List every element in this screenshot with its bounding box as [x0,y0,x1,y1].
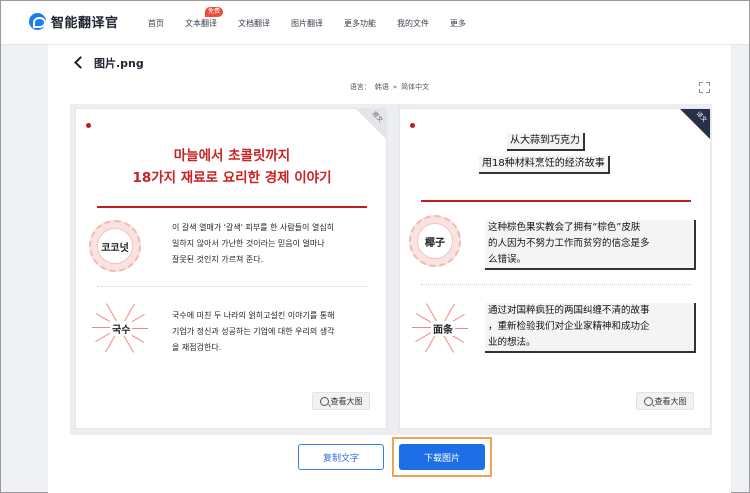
original-item1-label: 코코넛 [97,228,133,264]
chevron-left-icon[interactable] [73,56,85,68]
download-image-button[interactable]: 下载图片 [399,444,485,470]
translated-item2-text: 通过对国粹疯狂的两国纠缠不清的故事 ，重新检验我们对企业家精神和成功企 业的想法… [485,303,696,353]
zoom-in-icon [319,396,329,406]
nav-text-translate-label: 文本翻译 [185,18,217,28]
zoom-in-icon [643,396,653,406]
chat-bubble-icon [29,13,46,30]
download-highlight: 下载图片 [392,437,492,477]
original-item1-text: 이 갈색 열매가 '갈색' 피부를 한 사람들이 열심히 일하지 않아서 가난한… [172,220,334,268]
view-large-button-original[interactable]: 查看大图 [312,392,370,410]
nav-text-translate[interactable]: 文本翻译 免费 [185,6,224,29]
nav-image-translate[interactable]: 图片翻译 [291,18,323,29]
view-large-label: 查看大图 [330,396,363,406]
translated-title-line1: 从大蒜到巧克力 [507,133,585,151]
original-title-line1: 마늘에서 초콜릿까지 [173,148,291,164]
original-item1-line3: 잘못된 것인지 가르쳐 준다. [172,255,264,264]
double-arrow-icon: » [392,83,398,91]
main-nav: 首页 文本翻译 免费 文档翻译 图片翻译 更多功能 我的文件 更多 [148,1,487,45]
original-image-panel: 原文 마늘에서 초콜릿까지 18가지 재료로 요리한 경제 이야기 코코넛 이 … [75,108,387,429]
translated-item1-line2: 的人因为不努力工作而贫穷的信念是多 [488,238,650,249]
translated-image-panel: 译文 从大蒜到巧克力 用18种材料烹饪的经济故事 椰子 这种棕色果实教会了拥有“… [399,108,711,429]
translated-item2-line1: 通过对国粹疯狂的两国纠缠不清的故事 [488,305,650,316]
copy-text-button[interactable]: 复制文字 [298,444,384,470]
app-logo[interactable]: 智能翻译官 [29,12,119,31]
source-language: 韩语 [374,83,389,91]
original-item2-label: 국수 [110,321,133,336]
red-divider [97,206,367,208]
free-badge: 免费 [205,6,224,17]
translated-item2-label: 面条 [431,321,455,336]
original-item1-line2: 일하지 않아서 가난한 것이라는 믿음이 얼마나 [172,239,325,248]
translated-item1-label: 椰子 [417,223,453,259]
view-large-label: 查看大图 [654,396,687,406]
original-item2-line1: 국수에 미친 두 나라의 얽히고설킨 이야기를 통해 [172,311,335,320]
translated-item2-line3: 业的想法。 [488,337,536,348]
original-title: 마늘에서 초콜릿까지 18가지 재료로 요리한 경제 이야기 [76,145,386,189]
result-card: 图片.png 语言： 韩语» 简体中文 原文 마늘에서 초콜릿까지 18가지 재료로… [48,45,731,493]
nav-my-files[interactable]: 我的文件 [397,18,429,29]
translated-item2-line2: ，重新检验我们对企业家精神和成功企 [488,321,650,332]
translated-item1-text: 这种棕色果实教会了拥有“棕色”皮肤 的人因为不努力工作而贫穷的信念是多 么错误。 [485,220,696,270]
nav-more-features[interactable]: 更多功能 [344,18,376,29]
fullscreen-icon[interactable] [699,82,710,93]
translated-item1-line3: 么错误。 [488,254,527,265]
page-title: 图片.png [94,57,144,70]
app-name: 智能翻译官 [51,16,119,31]
nav-home[interactable]: 首页 [148,18,164,29]
nav-more[interactable]: 更多 [450,18,466,29]
coconut-seal: 코코넛 [89,220,141,272]
original-title-line2: 18가지 재료로 요리한 경제 이야기 [132,170,332,186]
dotted-divider [421,284,691,285]
red-divider [421,200,691,202]
coconut-seal: 椰子 [409,215,461,267]
original-item1-line1: 이 갈색 열매가 '갈색' 피부를 한 사람들이 열심히 [172,223,335,232]
red-dot [410,123,415,128]
language-prefix: 语言： [349,83,371,91]
original-item2-line3: 을 재점검한다. [172,343,222,352]
red-dot [86,123,91,128]
nav-doc-translate[interactable]: 文档翻译 [238,18,270,29]
original-item2-line2: 기업가 정신과 성공하는 기업에 대한 우리의 생각 [172,327,335,336]
language-indicator: 语言： 韩语» 简体中文 [48,82,731,92]
top-navigation-bar: 智能翻译官 首页 文本翻译 免费 文档翻译 图片翻译 更多功能 我的文件 更多 [1,1,749,45]
view-large-button-translated[interactable]: 查看大图 [636,392,694,410]
original-item2-text: 국수에 미친 두 나라의 얽히고설킨 이야기를 통해 기업가 정신과 성공하는 … [172,308,334,356]
dotted-divider [97,286,367,287]
translated-title-line2: 用18种材料烹饪的经济故事 [479,156,610,174]
target-language: 简体中文 [401,83,430,91]
translated-item1-line1: 这种棕色果实教会了拥有“棕色”皮肤 [488,222,641,233]
comparison-area: 原文 마늘에서 초콜릿까지 18가지 재료로 요리한 경제 이야기 코코넛 이 … [70,104,712,435]
